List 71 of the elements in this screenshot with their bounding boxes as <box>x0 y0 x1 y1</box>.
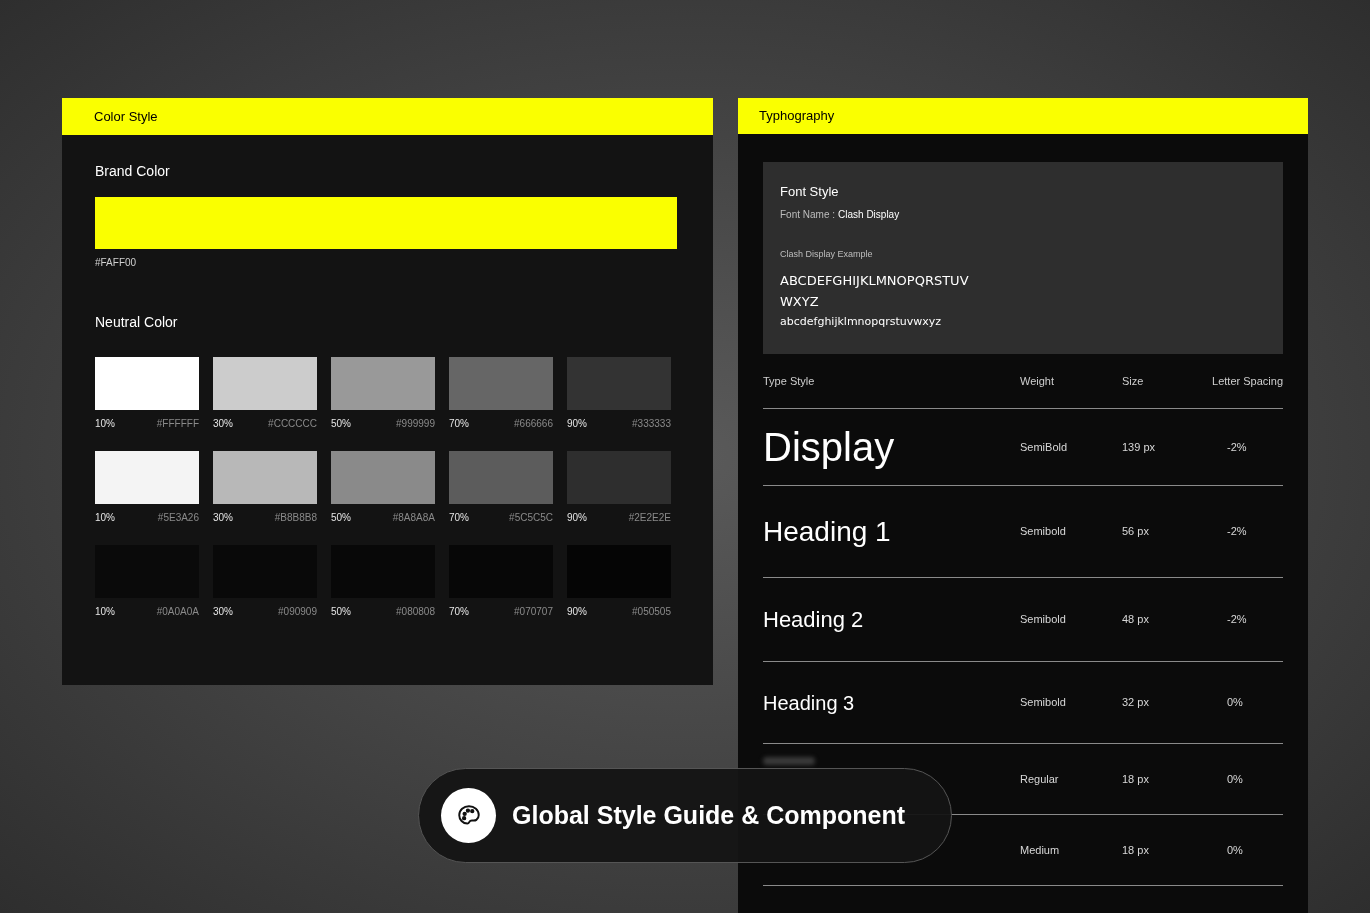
weight-value: Semibold <box>1020 524 1067 540</box>
type-style-sample: Heading 3 <box>763 691 855 714</box>
uppercase-sample: ABCDEFGHIJKLMNOPQRSTUV <box>780 272 970 290</box>
panel-title: Color Style <box>62 98 713 135</box>
hex-code: #CCCCCC <box>268 417 317 431</box>
column-header: Weight <box>1020 373 1056 389</box>
hex-code: #8A8A8A <box>392 511 435 525</box>
column-header: Type Style <box>763 373 816 389</box>
type-style-sample: Display <box>763 425 895 469</box>
percent-label: 70% <box>449 511 469 525</box>
hex-code: #666666 <box>514 417 553 431</box>
hex-code: #333333 <box>632 417 671 431</box>
size-value: 139 px <box>1122 439 1157 455</box>
hex-code: #FAFF00 <box>95 256 138 270</box>
banner-title: Global Style Guide & Component <box>512 799 906 831</box>
percent-label: 70% <box>449 605 469 619</box>
type-style-sample: Heading 2 <box>763 607 864 632</box>
hex-code: #0A0A0A <box>156 605 199 619</box>
font-name: Clash Display <box>838 207 900 222</box>
section-heading: Brand Color <box>95 162 171 181</box>
weight-value: SemiBold <box>1020 439 1069 455</box>
percent-label: 90% <box>567 605 587 619</box>
percent-label: 10% <box>95 605 115 619</box>
uppercase-sample: WXYZ <box>780 293 820 311</box>
percent-label: 50% <box>331 511 351 525</box>
spacing-value: -2% <box>1227 612 1247 628</box>
percent-label: 90% <box>567 417 587 431</box>
weight-value: Medium <box>1020 842 1061 858</box>
blurred-label <box>763 757 815 765</box>
font-name-label: Font Name : <box>780 207 836 222</box>
card-heading: Font Style <box>780 183 840 201</box>
column-header: Letter Spacing <box>1211 373 1283 389</box>
weight-value: Semibold <box>1020 695 1067 711</box>
hex-code: #5C5C5C <box>509 511 553 525</box>
lowercase-sample: abcdefghijklmnopqrstuvwxyz <box>780 314 943 330</box>
percent-label: 50% <box>331 417 351 431</box>
example-label: Clash Display Example <box>780 247 874 261</box>
hex-code: #090909 <box>278 605 317 619</box>
percent-label: 10% <box>95 417 115 431</box>
percent-label: 30% <box>213 511 233 525</box>
spacing-value: -2% <box>1227 439 1247 455</box>
hex-code: #080808 <box>396 605 435 619</box>
palette-icon <box>441 788 496 843</box>
size-value: 32 px <box>1122 695 1150 711</box>
size-value: 56 px <box>1122 524 1150 540</box>
percent-label: 30% <box>213 605 233 619</box>
percent-label: 30% <box>213 417 233 431</box>
hex-code: #999999 <box>396 417 435 431</box>
percent-label: 10% <box>95 511 115 525</box>
column-header: Size <box>1122 373 1145 389</box>
size-value: 48 px <box>1122 612 1150 628</box>
size-value: 18 px <box>1122 842 1150 858</box>
spacing-value: -2% <box>1227 524 1247 540</box>
percent-label: 70% <box>449 417 469 431</box>
panel-title: Typhography <box>738 98 1308 134</box>
spacing-value: 0% <box>1227 771 1243 787</box>
weight-value: Regular <box>1020 771 1060 787</box>
percent-label: 90% <box>567 511 587 525</box>
hex-code: #B8B8B8 <box>274 511 317 525</box>
hex-code: #070707 <box>514 605 553 619</box>
weight-value: Semibold <box>1020 612 1067 628</box>
size-value: 18 px <box>1122 771 1150 787</box>
type-style-sample: Heading 1 <box>763 515 891 547</box>
hex-code: #050505 <box>632 605 671 619</box>
hex-code: #5E3A26 <box>157 511 199 525</box>
spacing-value: 0% <box>1227 842 1243 858</box>
spacing-value: 0% <box>1227 695 1243 711</box>
hex-code: #2E2E2E <box>628 511 671 525</box>
section-heading: Neutral Color <box>95 313 179 332</box>
percent-label: 50% <box>331 605 351 619</box>
hex-code: #FFFFFF <box>156 417 199 431</box>
